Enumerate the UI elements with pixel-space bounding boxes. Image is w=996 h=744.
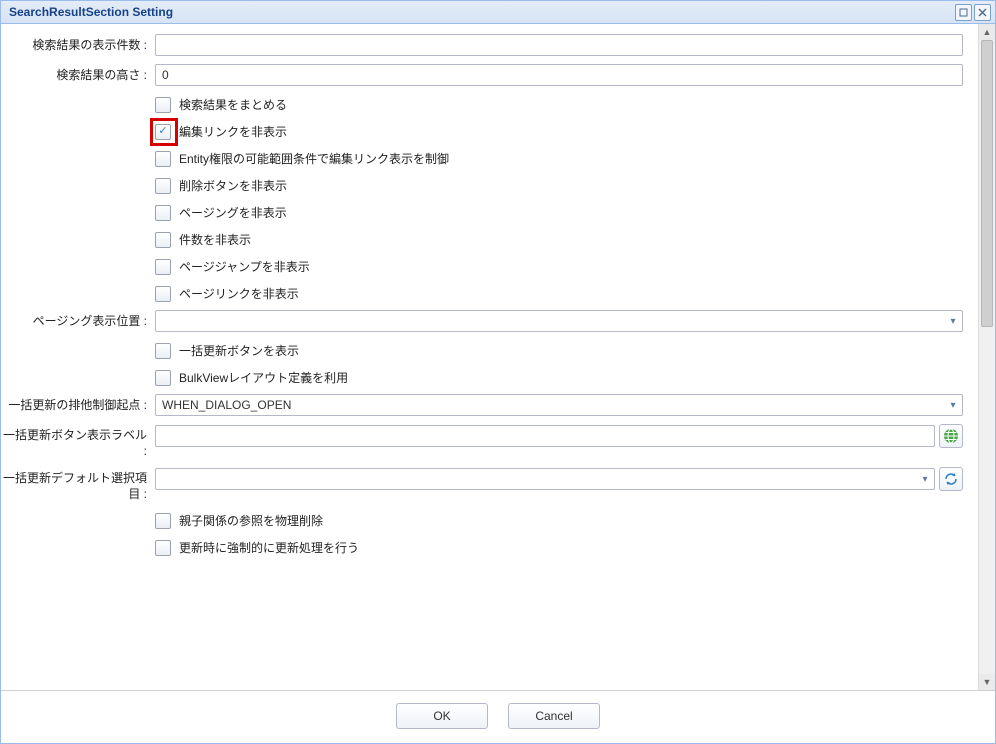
label-hide-paging: ページングを非表示 xyxy=(179,204,287,221)
label-display-count: 検索結果の表示件数 : xyxy=(1,34,155,54)
check-list-3: 親子関係の参照を物理削除 更新時に強制的に更新処理を行う xyxy=(155,510,963,556)
checkbox-force-update-on-update[interactable] xyxy=(155,540,171,556)
label-bulk-default-sel: 一括更新デフォルト選択項目 : xyxy=(1,467,155,502)
row-paging-position: ページング表示位置 : ▾ xyxy=(1,310,971,332)
label-bulkview-layout: BulkViewレイアウト定義を利用 xyxy=(179,369,348,386)
label-group-results: 検索結果をまとめる xyxy=(179,96,287,113)
dialog-footer: OK Cancel xyxy=(1,691,995,743)
field-result-height xyxy=(155,64,971,86)
field-bulk-excl-start: ▾ xyxy=(155,394,971,416)
label-hide-delete-btn: 削除ボタンを非表示 xyxy=(179,177,287,194)
field-paging-position: ▾ xyxy=(155,310,971,332)
row-bulk-btn-label: 一括更新ボタン表示ラベル : xyxy=(1,424,971,459)
checkbox-purge-parent-child-ref[interactable] xyxy=(155,513,171,529)
vertical-scrollbar[interactable]: ▲ ▼ xyxy=(978,24,995,690)
paging-position-combo[interactable]: ▾ xyxy=(155,310,963,332)
check-hide-delete-btn: 削除ボタンを非表示 xyxy=(155,177,963,194)
check-hide-page-link: ページリンクを非表示 xyxy=(155,285,963,302)
minimize-button[interactable] xyxy=(955,4,972,21)
check-show-bulk-update-btn: 一括更新ボタンを表示 xyxy=(155,342,963,359)
dialog-window: SearchResultSection Setting 検索結果の表示件数 : xyxy=(0,0,996,744)
check-force-update-on-update: 更新時に強制的に更新処理を行う xyxy=(155,539,963,556)
label-hide-page-jump: ページジャンプを非表示 xyxy=(179,258,310,275)
globe-icon[interactable] xyxy=(939,424,963,448)
row-checks1: 検索結果をまとめる 編集リンクを非表示 Entity権限の可能範囲条件で編集リン… xyxy=(1,94,971,302)
row-result-height: 検索結果の高さ : xyxy=(1,64,971,86)
label-purge-parent-child-ref: 親子関係の参照を物理削除 xyxy=(179,512,323,529)
label-hide-count: 件数を非表示 xyxy=(179,231,251,248)
window-buttons xyxy=(955,4,991,21)
checkbox-show-bulk-update-btn[interactable] xyxy=(155,343,171,359)
check-hide-count: 件数を非表示 xyxy=(155,231,963,248)
ok-button[interactable]: OK xyxy=(396,703,488,729)
field-bulk-btn-label xyxy=(155,424,971,448)
titlebar: SearchResultSection Setting xyxy=(1,1,995,24)
scroll-up-arrow-icon[interactable]: ▲ xyxy=(979,24,995,40)
label-bulk-excl-start: 一括更新の排他制御起点 : xyxy=(1,394,155,414)
checkbox-hide-edit-link[interactable] xyxy=(155,124,171,140)
checkbox-hide-page-jump[interactable] xyxy=(155,259,171,275)
dialog-body: 検索結果の表示件数 : 検索結果の高さ : xyxy=(1,24,995,691)
row-bulk-excl-start: 一括更新の排他制御起点 : ▾ xyxy=(1,394,971,416)
checkbox-hide-paging[interactable] xyxy=(155,205,171,221)
label-entity-perm-edit-link: Entity権限の可能範囲条件で編集リンク表示を制御 xyxy=(179,150,449,167)
row-bulk-default-sel: 一括更新デフォルト選択項目 : ▾ xyxy=(1,467,971,502)
chevron-down-icon[interactable]: ▾ xyxy=(944,311,962,331)
check-hide-edit-link: 編集リンクを非表示 xyxy=(155,123,963,140)
checkbox-hide-page-link[interactable] xyxy=(155,286,171,302)
checkbox-hide-count[interactable] xyxy=(155,232,171,248)
check-list-2: 一括更新ボタンを表示 BulkViewレイアウト定義を利用 xyxy=(155,340,963,386)
row-checks3: 親子関係の参照を物理削除 更新時に強制的に更新処理を行う xyxy=(1,510,971,556)
bulk-excl-start-combo[interactable]: ▾ xyxy=(155,394,963,416)
bulk-default-sel-combo[interactable]: ▾ xyxy=(155,468,935,490)
refresh-icon[interactable] xyxy=(939,467,963,491)
row-checks2: 一括更新ボタンを表示 BulkViewレイアウト定義を利用 xyxy=(1,340,971,386)
check-bulkview-layout: BulkViewレイアウト定義を利用 xyxy=(155,369,963,386)
check-group-results: 検索結果をまとめる xyxy=(155,96,963,113)
bulk-excl-start-input[interactable] xyxy=(155,394,963,416)
bulk-default-sel-input[interactable] xyxy=(155,468,935,490)
field-bulk-default-sel: ▾ xyxy=(155,467,971,491)
paging-position-input[interactable] xyxy=(155,310,963,332)
scroll-track[interactable] xyxy=(979,40,995,674)
row-display-count: 検索結果の表示件数 : xyxy=(1,34,971,56)
check-purge-parent-child-ref: 親子関係の参照を物理削除 xyxy=(155,512,963,529)
check-entity-perm-edit-link: Entity権限の可能範囲条件で編集リンク表示を制御 xyxy=(155,150,963,167)
chevron-down-icon[interactable]: ▾ xyxy=(944,395,962,415)
checkbox-entity-perm-edit-link[interactable] xyxy=(155,151,171,167)
label-bulk-btn-label: 一括更新ボタン表示ラベル : xyxy=(1,424,155,459)
label-show-bulk-update-btn: 一括更新ボタンを表示 xyxy=(179,342,299,359)
cancel-button[interactable]: Cancel xyxy=(508,703,600,729)
label-hide-page-link: ページリンクを非表示 xyxy=(179,285,299,302)
check-list-1: 検索結果をまとめる 編集リンクを非表示 Entity権限の可能範囲条件で編集リン… xyxy=(155,94,963,302)
window-title: SearchResultSection Setting xyxy=(9,5,955,19)
scroll-down-arrow-icon[interactable]: ▼ xyxy=(979,674,995,690)
label-paging-position: ページング表示位置 : xyxy=(1,310,155,330)
check-hide-page-jump: ページジャンプを非表示 xyxy=(155,258,963,275)
scroll-thumb[interactable] xyxy=(981,40,993,327)
close-button[interactable] xyxy=(974,4,991,21)
display-count-input[interactable] xyxy=(155,34,963,56)
label-result-height: 検索結果の高さ : xyxy=(1,64,155,84)
label-force-update-on-update: 更新時に強制的に更新処理を行う xyxy=(179,539,359,556)
result-height-input[interactable] xyxy=(155,64,963,86)
field-display-count xyxy=(155,34,971,56)
scroll-area: 検索結果の表示件数 : 検索結果の高さ : xyxy=(1,24,979,690)
checkbox-group-results[interactable] xyxy=(155,97,171,113)
settings-form: 検索結果の表示件数 : 検索結果の高さ : xyxy=(1,34,971,556)
checkbox-hide-delete-btn[interactable] xyxy=(155,178,171,194)
label-hide-edit-link: 編集リンクを非表示 xyxy=(179,123,287,140)
bulk-btn-label-input[interactable] xyxy=(155,425,935,447)
checkbox-bulkview-layout[interactable] xyxy=(155,370,171,386)
check-hide-paging: ページングを非表示 xyxy=(155,204,963,221)
chevron-down-icon[interactable]: ▾ xyxy=(916,469,934,489)
